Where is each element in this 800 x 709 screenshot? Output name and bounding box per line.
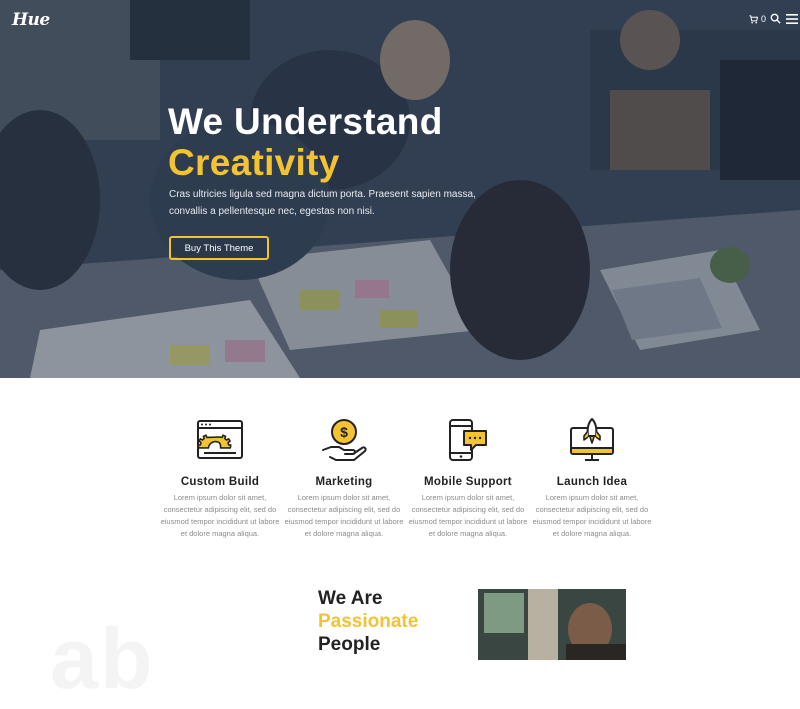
features-section: Custom Build Lorem ipsum dolor sit amet,… [158, 416, 654, 546]
browser-gear-icon [197, 420, 243, 459]
feature-text: Lorem ipsum dolor sit amet, consectetur … [284, 493, 404, 538]
feature-text: Lorem ipsum dolor sit amet, consectetur … [408, 493, 528, 538]
cart-icon [749, 14, 758, 23]
feature-title: Custom Build [180, 476, 260, 488]
about-title-line-1: We Are [318, 588, 383, 609]
feature-marketing: $ Marketing Lorem ipsum dolor sit amet, … [282, 416, 406, 546]
top-navigation: Hue 0 [0, 0, 800, 40]
about-photo [478, 589, 626, 660]
cart-count: 0 [761, 14, 767, 24]
feature-title: Launch Idea [556, 476, 628, 488]
feature-text: Lorem ipsum dolor sit amet, consectetur … [160, 493, 280, 538]
feature-mobile-support: Mobile Support Lorem ipsum dolor sit ame… [406, 416, 530, 546]
feature-title: Mobile Support [424, 476, 512, 488]
search-icon[interactable] [770, 13, 781, 24]
hand-coin-icon: $ [322, 419, 367, 461]
feature-title: Marketing [315, 476, 373, 488]
hero-section: Hue 0 We Understand Creativity Cras ultr… [0, 0, 800, 378]
feature-custom-build: Custom Build Lorem ipsum dolor sit amet,… [158, 416, 282, 546]
feature-launch-idea: Launch Idea Lorem ipsum dolor sit amet, … [530, 416, 654, 546]
hero-description: Cras ultricies ligula sed magna dictum p… [169, 189, 476, 217]
monitor-rocket-icon [570, 418, 614, 461]
hamburger-menu-icon[interactable] [786, 14, 798, 24]
site-logo[interactable]: Hue [12, 10, 50, 30]
buy-theme-button[interactable]: Buy This Theme [169, 236, 269, 260]
svg-text:$: $ [340, 424, 348, 440]
mobile-chat-icon [449, 419, 487, 461]
about-title-line-2: Passionate [318, 611, 419, 632]
cart-button[interactable]: 0 [749, 14, 766, 24]
hero-title-line-1: We Understand [168, 101, 443, 142]
about-title-line-3: People [318, 634, 381, 655]
about-photo-image [478, 589, 626, 660]
hero-title-line-2: Creativity [168, 142, 340, 183]
feature-text: Lorem ipsum dolor sit amet, consectetur … [532, 493, 652, 538]
